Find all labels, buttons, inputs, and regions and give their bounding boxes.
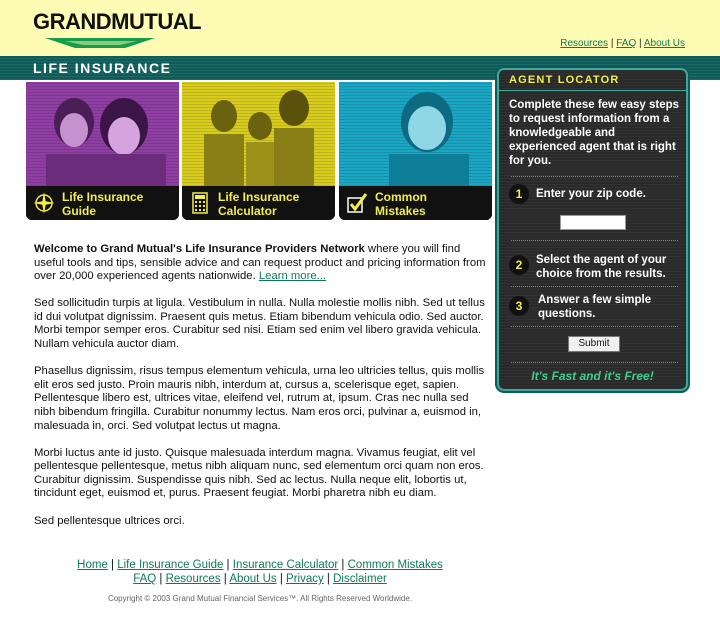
- step-1-text: Enter your zip code.: [536, 188, 646, 200]
- logo-trademark: ™: [167, 13, 174, 20]
- man-photo: [339, 82, 492, 186]
- tile-caption: Life Insurance Guide: [26, 186, 179, 220]
- top-link-faq[interactable]: FAQ: [616, 38, 636, 49]
- footer-link-guide[interactable]: Life Insurance Guide: [117, 559, 223, 571]
- checkmark-icon: [347, 193, 368, 213]
- top-link-resources[interactable]: Resources: [560, 38, 608, 49]
- photo-figures: [204, 90, 314, 186]
- section-title: LIFE INSURANCE: [33, 60, 172, 76]
- intro-bold: Welcome to Grand Mutual's Life Insurance…: [34, 243, 365, 255]
- paragraph: Phasellus dignissim, risus tempus elemen…: [34, 365, 485, 432]
- site-header: GRANDMUTUAL ™ Resources | FAQ | About Us: [0, 0, 720, 56]
- step-2-text: Select the agent of your choice from the…: [536, 254, 667, 280]
- family-photo: [26, 82, 179, 186]
- tagline: It's Fast and it's Free!: [531, 369, 654, 383]
- tile-caption: Life Insurance Calculator: [182, 186, 335, 220]
- agent-locator-intro: Complete these few easy steps to request…: [509, 99, 680, 167]
- calculator-icon: [192, 192, 208, 214]
- learn-more-link[interactable]: Learn more...: [259, 270, 326, 282]
- paragraph: Sed pellentesque ultrices orci.: [34, 514, 185, 527]
- submit-button[interactable]: Submit: [568, 336, 620, 352]
- footer-link-home[interactable]: Home: [77, 559, 108, 571]
- agent-locator-panel: AGENT LOCATOR Complete these few easy st…: [497, 68, 688, 391]
- paragraph: Sed sollicitudin turpis at ligula. Vesti…: [34, 297, 485, 351]
- step-1-badge: 1: [509, 184, 529, 204]
- tile-label: Life Insurance Guide: [62, 190, 144, 218]
- footer-row-2: FAQ | Resources | About Us | Privacy | D…: [133, 573, 387, 585]
- step-3-text: Answer a few simple questions.: [538, 294, 652, 320]
- footer-link-privacy[interactable]: Privacy: [286, 573, 324, 585]
- logo-swoosh-icon: [45, 38, 155, 48]
- zip-code-input[interactable]: [560, 215, 626, 230]
- logo-text: GRANDMUTUAL: [33, 9, 202, 34]
- paragraph: Morbi luctus ante id justo. Quisque male…: [34, 446, 484, 500]
- footer-link-about-us[interactable]: About Us: [229, 573, 276, 585]
- tile-label: Common Mistakes: [375, 190, 427, 218]
- divider: [511, 286, 678, 287]
- top-nav: Resources | FAQ | About Us: [560, 38, 685, 49]
- agent-locator-title: AGENT LOCATOR: [509, 74, 620, 86]
- divider: [511, 176, 678, 177]
- footer-row-1: Home | Life Insurance Guide | Insurance …: [77, 559, 443, 571]
- footer-link-resources[interactable]: Resources: [166, 573, 221, 585]
- divider: [511, 326, 678, 327]
- family-photo: [182, 82, 335, 186]
- main-content: Welcome to Grand Mutual's Life Insurance…: [34, 243, 489, 542]
- intro-paragraph: Welcome to Grand Mutual's Life Insurance…: [34, 243, 489, 284]
- footer-link-mistakes[interactable]: Common Mistakes: [348, 559, 443, 571]
- photo-figures: [389, 92, 469, 186]
- divider: [511, 362, 678, 363]
- divider: [499, 90, 686, 91]
- photo-figures: [46, 98, 166, 186]
- tile-life-insurance-calculator[interactable]: Life Insurance Calculator: [182, 82, 335, 220]
- footer-link-disclaimer[interactable]: Disclaimer: [333, 573, 387, 585]
- tile-life-insurance-guide[interactable]: Life Insurance Guide: [26, 82, 179, 220]
- step-3-badge: 3: [509, 296, 529, 316]
- tile-label: Life Insurance Calculator: [218, 190, 300, 218]
- grand-mutual-logo[interactable]: GRANDMUTUAL ™: [33, 9, 202, 51]
- footer-nav: Home | Life Insurance Guide | Insurance …: [0, 558, 520, 586]
- divider: [511, 240, 678, 241]
- footer-link-faq[interactable]: FAQ: [133, 573, 156, 585]
- tile-caption: Common Mistakes: [339, 186, 492, 220]
- copyright: Copyright © 2003 Grand Mutual Financial …: [107, 594, 413, 603]
- compass-icon: [33, 192, 55, 214]
- footer-link-calculator[interactable]: Insurance Calculator: [233, 559, 338, 571]
- top-link-about-us[interactable]: About Us: [644, 38, 685, 49]
- tile-common-mistakes[interactable]: Common Mistakes: [339, 82, 492, 220]
- step-2-badge: 2: [509, 255, 529, 275]
